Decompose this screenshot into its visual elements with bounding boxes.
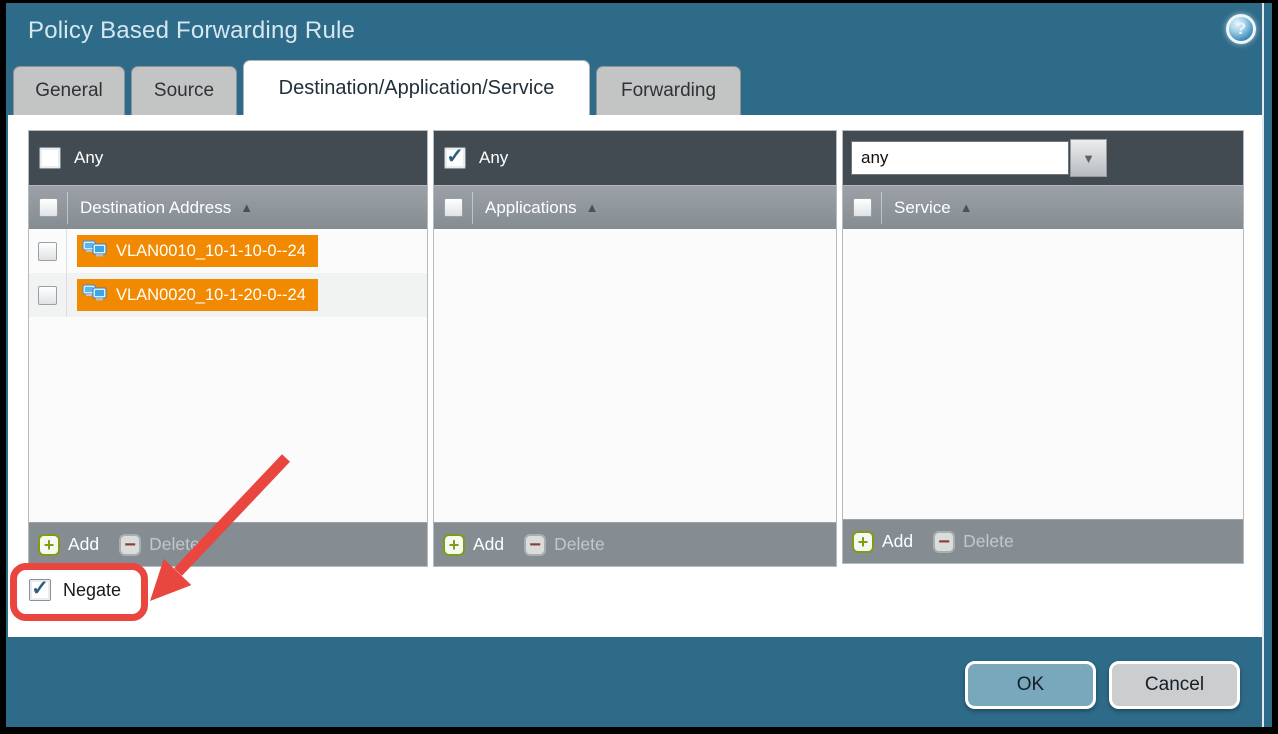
add-icon: +	[443, 534, 465, 556]
delete-button[interactable]: − Delete	[524, 534, 605, 556]
tab-content-area: ✓ Any ✓ Destination Address ▲ ✓	[8, 115, 1262, 637]
tab-label: Source	[154, 80, 214, 102]
delete-label: Delete	[149, 534, 200, 555]
destination-select-all-checkbox[interactable]: ✓	[39, 198, 58, 217]
window-edge-highlight	[1262, 3, 1264, 727]
table-row[interactable]: ✓ VLAN0010_10-1-10-	[29, 229, 427, 273]
service-dropdown-bar: any ▼	[843, 131, 1243, 185]
tab-source[interactable]: Source	[131, 66, 237, 115]
add-label: Add	[473, 534, 504, 555]
delete-icon: −	[933, 531, 955, 553]
service-column-header[interactable]: ✓ Service ▲	[843, 185, 1243, 229]
delete-icon: −	[119, 534, 141, 556]
add-button[interactable]: + Add	[852, 531, 913, 553]
service-dropdown[interactable]: any	[851, 141, 1069, 175]
tab-label: Forwarding	[621, 80, 716, 102]
negate-checkbox[interactable]: ✓	[29, 579, 51, 601]
service-list	[843, 229, 1243, 519]
destination-list: ✓ VLAN0010_10-1-10-	[29, 229, 427, 522]
applications-column-label: Applications	[473, 198, 577, 218]
ok-button[interactable]: OK	[965, 661, 1096, 709]
applications-column-header[interactable]: ✓ Applications ▲	[434, 185, 836, 229]
tab-forwarding[interactable]: Forwarding	[596, 66, 741, 115]
delete-button[interactable]: − Delete	[119, 534, 200, 556]
checkmark-icon: ✓	[31, 578, 49, 599]
sort-ascending-icon[interactable]: ▲	[586, 200, 599, 215]
destination-address-item[interactable]: VLAN0020_10-1-20-0--24	[77, 279, 318, 311]
applications-footer: + Add − Delete	[434, 522, 836, 566]
applications-any-label: Any	[479, 148, 508, 168]
destination-column-header[interactable]: ✓ Destination Address ▲	[29, 185, 427, 229]
add-button[interactable]: + Add	[443, 534, 504, 556]
add-label: Add	[68, 534, 99, 555]
destination-any-label: Any	[74, 148, 103, 168]
delete-icon: −	[524, 534, 546, 556]
tab-destination-application-service[interactable]: Destination/Application/Service	[243, 60, 590, 115]
service-panel: any ▼ ✓ Service ▲ + Add − Delete	[842, 130, 1244, 564]
help-glyph: ?	[1236, 19, 1246, 39]
destination-footer: + Add − Delete	[29, 522, 427, 566]
address-object-label: VLAN0020_10-1-20-0--24	[116, 286, 306, 305]
row-checkbox[interactable]: ✓	[38, 242, 57, 261]
applications-list	[434, 229, 836, 522]
tab-label: Destination/Application/Service	[279, 77, 555, 100]
cancel-button[interactable]: Cancel	[1109, 661, 1240, 709]
sort-ascending-icon[interactable]: ▲	[960, 200, 973, 215]
delete-button[interactable]: − Delete	[933, 531, 1014, 553]
delete-label: Delete	[554, 534, 605, 555]
destination-any-checkbox[interactable]: ✓	[39, 147, 61, 169]
row-checkbox[interactable]: ✓	[38, 286, 57, 305]
service-select-all-checkbox[interactable]: ✓	[853, 198, 872, 217]
delete-label: Delete	[963, 531, 1014, 552]
destination-panel: ✓ Any ✓ Destination Address ▲ ✓	[28, 130, 428, 567]
checkmark-icon: ✓	[446, 146, 464, 167]
sort-ascending-icon[interactable]: ▲	[240, 200, 253, 215]
dialog-title: Policy Based Forwarding Rule	[28, 17, 355, 45]
add-button[interactable]: + Add	[38, 534, 99, 556]
service-column-label: Service	[882, 198, 951, 218]
address-object-label: VLAN0010_10-1-10-0--24	[116, 242, 306, 261]
tab-general[interactable]: General	[13, 66, 125, 115]
address-object-icon	[82, 238, 108, 265]
policy-forwarding-dialog: { "dialog": { "title": "Policy Based For…	[0, 0, 1278, 734]
ok-label: OK	[1017, 674, 1044, 696]
add-icon: +	[852, 531, 874, 553]
destination-any-bar: ✓ Any	[29, 131, 427, 185]
service-footer: + Add − Delete	[843, 519, 1243, 563]
destination-address-item[interactable]: VLAN0010_10-1-10-0--24	[77, 235, 318, 267]
add-icon: +	[38, 534, 60, 556]
applications-any-bar: ✓ Any	[434, 131, 836, 185]
help-icon[interactable]: ?	[1226, 14, 1256, 44]
dialog-window: Policy Based Forwarding Rule ? General S…	[6, 3, 1272, 727]
applications-any-checkbox[interactable]: ✓	[444, 147, 466, 169]
cancel-label: Cancel	[1145, 674, 1204, 696]
table-row[interactable]: ✓ VLAN0020_10-1-20-	[29, 273, 427, 317]
add-label: Add	[882, 531, 913, 552]
negate-label: Negate	[63, 580, 121, 601]
tab-label: General	[35, 80, 103, 102]
destination-column-label: Destination Address	[68, 198, 231, 218]
applications-panel: ✓ Any ✓ Applications ▲ + Add − Delete	[433, 130, 837, 567]
applications-select-all-checkbox[interactable]: ✓	[444, 198, 463, 217]
chevron-down-icon[interactable]: ▼	[1070, 139, 1107, 177]
address-object-icon	[82, 282, 108, 309]
